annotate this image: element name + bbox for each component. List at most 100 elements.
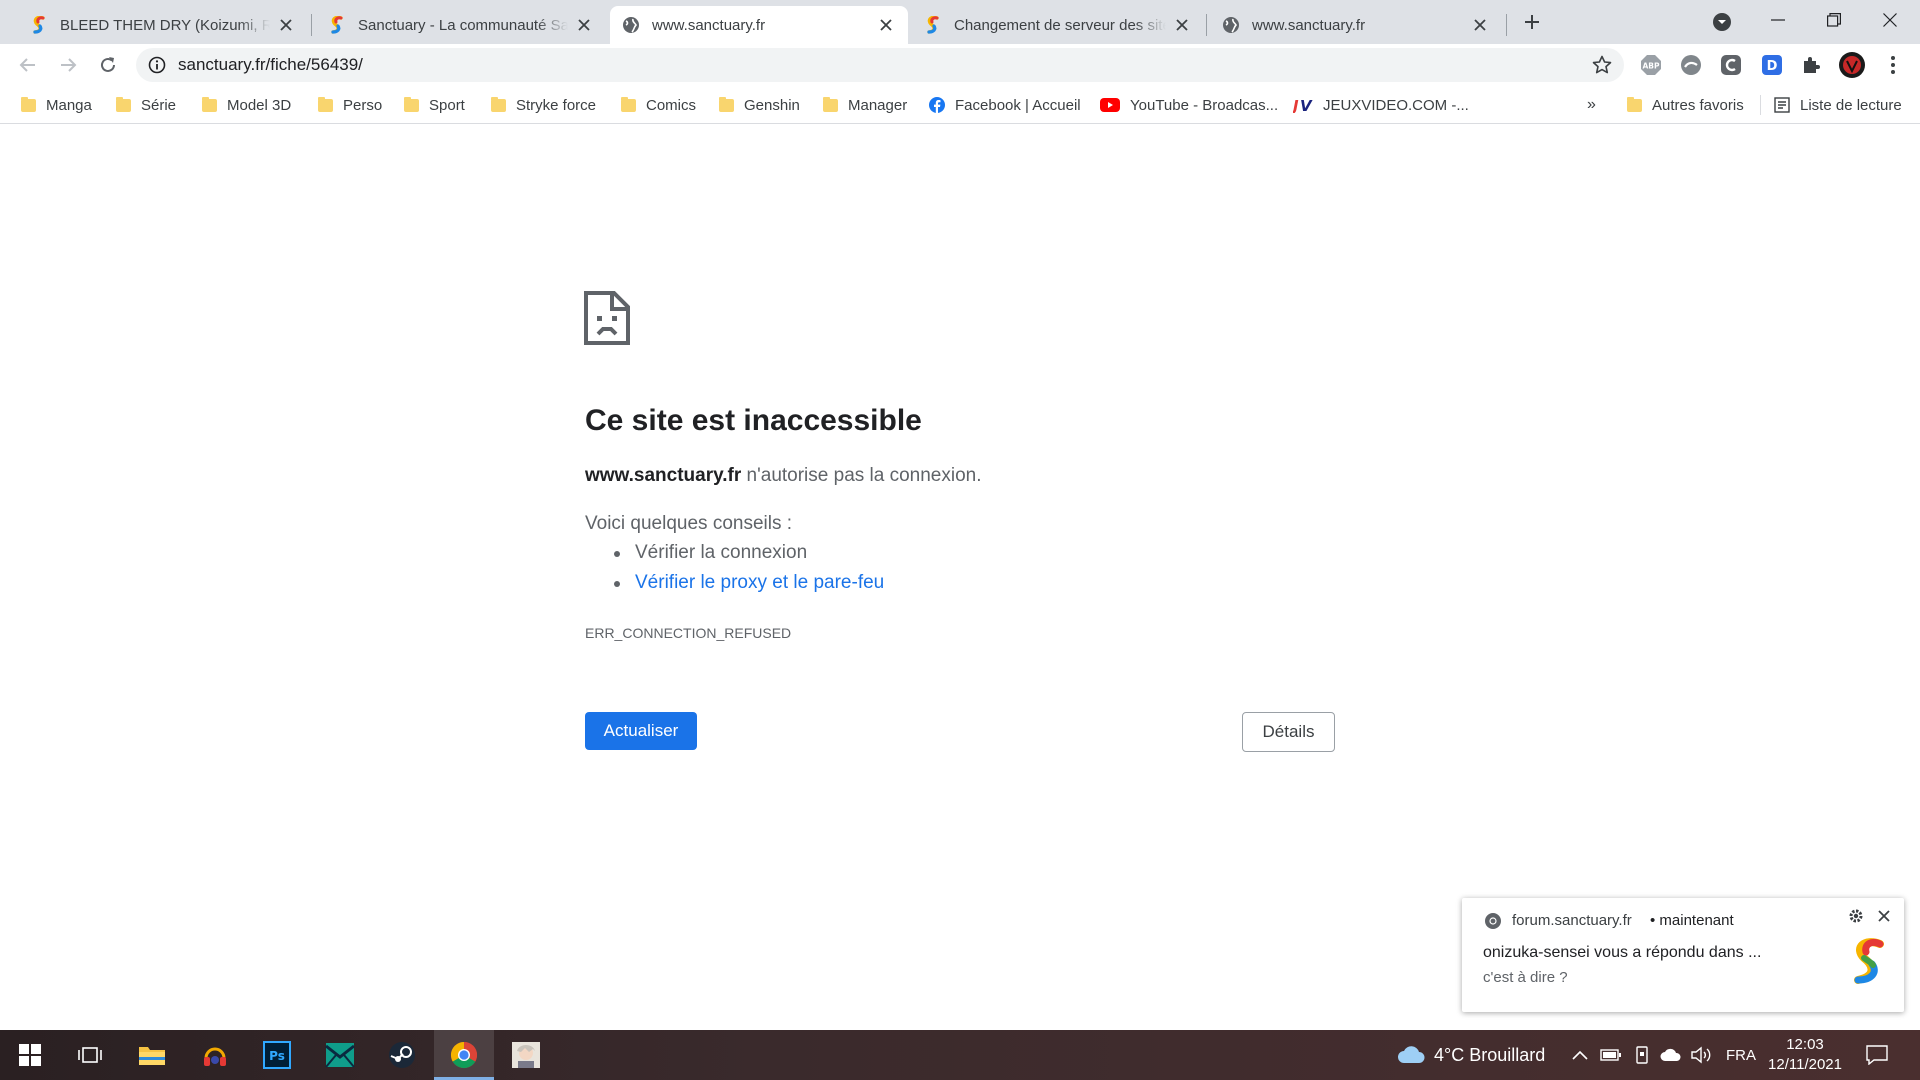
battery-button[interactable] [1600, 1030, 1622, 1080]
bookmark-folder-stryke-force[interactable]: Stryke force [490, 95, 596, 115]
gear-icon[interactable] [1848, 908, 1864, 924]
windows-taskbar: Ps 4°C Brouillard FRA 12:03 12/11/2021 [0, 1030, 1920, 1080]
start-button[interactable] [0, 1030, 60, 1080]
bookmark-label: YouTube - Broadcas... [1130, 96, 1279, 114]
notification-center-button[interactable] [1866, 1030, 1888, 1080]
error-code: ERR_CONNECTION_REFUSED [585, 625, 792, 641]
adblock-icon[interactable]: ABP [1640, 54, 1662, 76]
language-indicator[interactable]: FRA [1726, 1030, 1756, 1080]
error-host: www.sanctuary.fr [585, 465, 742, 486]
taskbar-mail-app[interactable] [310, 1030, 370, 1080]
error-title: Ce site est inaccessible [585, 404, 922, 437]
close-tab-icon[interactable] [574, 15, 594, 35]
notification-time: • maintenant [1650, 912, 1734, 929]
close-tab-icon[interactable] [1470, 15, 1490, 35]
close-icon[interactable] [1876, 908, 1892, 924]
tab-sanctuary-communaute[interactable]: Sanctuary - La communauté Sanctuary [316, 6, 606, 44]
d-extension-icon[interactable]: D [1761, 54, 1783, 76]
bookmark-folder-sport[interactable]: Sport [403, 95, 465, 115]
back-button[interactable] [12, 49, 44, 81]
bookmark-folder-serie[interactable]: Série [115, 95, 176, 115]
tab-sanctuary-active[interactable]: www.sanctuary.fr [610, 6, 908, 44]
onedrive-button[interactable] [1660, 1030, 1682, 1080]
tips-list: Vérifier la connexion Vérifier le proxy … [614, 542, 884, 602]
info-icon[interactable] [148, 56, 166, 74]
taskbar-photoshop[interactable]: Ps [247, 1030, 307, 1080]
bookmark-label: Stryke force [516, 96, 597, 114]
reload-icon [101, 57, 115, 72]
taskbar-chrome[interactable] [434, 1030, 494, 1080]
extension-c-icon[interactable] [1720, 54, 1742, 76]
more-vertical-icon [1891, 56, 1895, 74]
tip-check-proxy-link[interactable]: Vérifier le proxy et le pare-feu [614, 572, 884, 602]
notification-toast[interactable]: forum.sanctuary.fr • maintenant onizuka-… [1462, 898, 1904, 1012]
restore-button[interactable] [1806, 0, 1862, 40]
taskbar-steam[interactable] [372, 1030, 432, 1080]
bookmark-folder-autres-favoris[interactable]: Autres favoris [1626, 95, 1744, 115]
volume-button[interactable] [1690, 1030, 1712, 1080]
clock[interactable]: 12:03 12/11/2021 [1755, 1035, 1855, 1075]
svg-text:J: J [1293, 97, 1299, 113]
bookmark-jeuxvideo[interactable]: JV JEUXVIDEO.COM -... [1293, 95, 1469, 115]
bookmark-folder-model3d[interactable]: Model 3D [201, 95, 291, 115]
details-button[interactable]: Détails [1242, 712, 1335, 752]
chrome-menu-button[interactable] [1882, 54, 1904, 76]
svg-text:V: V [1300, 97, 1313, 113]
weather-widget[interactable]: 4°C Brouillard [1396, 1030, 1545, 1080]
reading-list-button[interactable]: Liste de lecture [1774, 95, 1902, 115]
globe-icon [1222, 16, 1240, 34]
tab-bleed-them-dry[interactable]: BLEED THEM DRY (Koizumi, Rahal [18, 6, 308, 44]
close-tab-icon[interactable] [876, 15, 896, 35]
bookmark-folder-manga[interactable]: Manga [20, 95, 92, 115]
bookmark-star-icon[interactable] [1592, 55, 1612, 75]
taskbar-file-explorer[interactable] [122, 1030, 182, 1080]
chrome-icon [450, 1041, 478, 1069]
device-button[interactable] [1634, 1030, 1650, 1080]
task-view-button[interactable] [60, 1030, 120, 1080]
volume-icon [1691, 1046, 1711, 1064]
browser-toolbar: sanctuary.fr/fiche/56439/ ABP D [0, 44, 1920, 86]
profile-avatar[interactable] [1838, 51, 1866, 79]
character-app-icon [512, 1042, 540, 1068]
close-tab-icon[interactable] [276, 15, 296, 35]
folder-icon [201, 96, 217, 113]
bookmark-folder-manager[interactable]: Manager [822, 95, 907, 115]
notification-time-text: maintenant [1659, 912, 1734, 929]
bookmark-folder-genshin[interactable]: Genshin [718, 95, 800, 115]
close-tab-icon[interactable] [1172, 15, 1192, 35]
tray-overflow-button[interactable] [1572, 1030, 1588, 1080]
taskbar-headset-app[interactable] [185, 1030, 245, 1080]
arrow-right-icon [61, 58, 77, 72]
bookmark-label: Comics [646, 96, 697, 114]
bookmark-label: Sport [429, 96, 465, 114]
bookmark-folder-perso[interactable]: Perso [317, 95, 382, 115]
bookmark-label: Perso [343, 96, 383, 114]
folder-icon [620, 96, 636, 113]
bookmark-facebook[interactable]: Facebook | Accueil [929, 95, 1081, 115]
reload-button[interactable] [92, 49, 124, 81]
address-bar[interactable]: sanctuary.fr/fiche/56439/ [136, 48, 1624, 82]
puzzle-icon[interactable] [1800, 54, 1822, 76]
photoshop-icon: Ps [263, 1041, 291, 1069]
reading-list-icon [1774, 97, 1790, 113]
tab-search-button[interactable] [1706, 8, 1738, 36]
folder-icon [115, 96, 131, 113]
tab-sanctuary-2[interactable]: www.sanctuary.fr [1210, 6, 1502, 44]
tab-changement-serveur[interactable]: Changement de serveur des sites [912, 6, 1204, 44]
forward-button[interactable] [52, 49, 84, 81]
bookmarks-overflow-button[interactable]: » [1587, 95, 1596, 115]
bookmark-folder-comics[interactable]: Comics [620, 95, 696, 115]
new-tab-button[interactable] [1516, 8, 1548, 36]
minimize-button[interactable] [1750, 0, 1806, 40]
reload-page-button[interactable]: Actualiser [585, 712, 697, 750]
url-text[interactable]: sanctuary.fr/fiche/56439/ [178, 55, 363, 75]
taskbar-character-app[interactable] [496, 1030, 556, 1080]
battery-icon [1600, 1049, 1621, 1061]
bookmark-label: Série [141, 96, 177, 114]
close-window-button[interactable] [1862, 0, 1918, 40]
action-center-icon [1866, 1045, 1888, 1065]
extension-grey-icon[interactable] [1680, 54, 1702, 76]
bookmark-youtube[interactable]: YouTube - Broadcas... [1100, 95, 1278, 115]
weather-text: 4°C Brouillard [1434, 1044, 1546, 1065]
folder-icon [822, 96, 838, 113]
